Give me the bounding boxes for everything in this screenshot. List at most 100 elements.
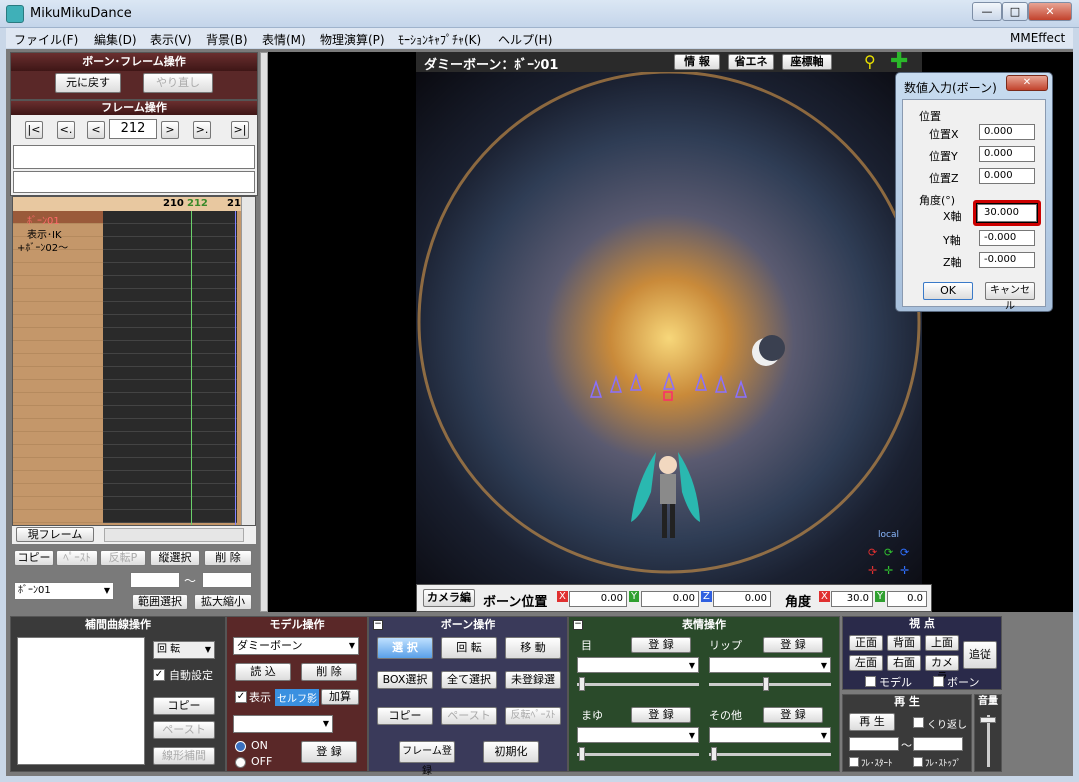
menu-background[interactable]: 背景(B) — [206, 31, 248, 48]
dialog-angle-y-input[interactable]: -0.000 — [979, 230, 1035, 246]
pos-y-input[interactable]: 0.00 — [641, 591, 699, 607]
timeline-frame-cell[interactable] — [103, 302, 237, 315]
lip-slider[interactable] — [709, 683, 831, 686]
bone-move-button[interactable]: 移 動 — [505, 637, 561, 659]
view-top-button[interactable]: 上面 — [925, 635, 959, 651]
timeline-row-label-cell[interactable] — [13, 380, 103, 393]
timeline-frame-cell[interactable] — [103, 497, 237, 510]
vertical-select-button[interactable]: 縦選択 — [150, 550, 200, 566]
timeline-frame-cell[interactable] — [103, 276, 237, 289]
other-slider-thumb[interactable] — [711, 747, 717, 761]
eye-slider[interactable] — [577, 683, 699, 686]
dialog-pos-y-input[interactable]: 0.000 — [979, 146, 1035, 162]
timeline-row-label-cell[interactable] — [13, 393, 103, 406]
timeline-row-bone02[interactable]: +ﾎﾞｰﾝ02～ — [17, 239, 68, 254]
interp-paste-button[interactable]: ペースト — [153, 721, 215, 739]
timeline-row-label-cell[interactable] — [13, 445, 103, 458]
timeline-frame-cell[interactable] — [103, 419, 237, 432]
timeline-frame-cell[interactable] — [103, 263, 237, 276]
range-start-input[interactable] — [130, 572, 180, 588]
timeline-frame-cell[interactable] — [103, 328, 237, 341]
eye-register-button[interactable]: 登 録 — [631, 637, 691, 653]
axis-button[interactable]: 座標軸 — [782, 54, 832, 70]
auto-setting-checkbox[interactable]: ✓ — [153, 669, 165, 681]
timeline-frame-cell[interactable] — [103, 250, 237, 263]
first-frame-button[interactable]: |< — [25, 121, 43, 139]
other-register-button[interactable]: 登 録 — [763, 707, 823, 723]
timeline-vscroll[interactable] — [241, 197, 255, 525]
menu-motion-capture[interactable]: ﾓｰｼｮﾝｷｬﾌﾟﾁｬ(K) — [398, 31, 481, 48]
lip-select[interactable] — [709, 657, 831, 674]
range-select-button[interactable]: 範囲選択 — [132, 594, 188, 610]
select-all-button[interactable]: 全て選択 — [441, 671, 497, 689]
off-radio[interactable] — [235, 757, 246, 768]
interp-curve-area[interactable] — [17, 637, 145, 765]
copy-button[interactable]: コピー — [14, 550, 54, 566]
timeline-frame-cell[interactable] — [103, 224, 237, 237]
move-icon[interactable]: ✚ — [890, 49, 908, 74]
timeline-row-label-cell[interactable] — [13, 497, 103, 510]
dialog-angle-x-input[interactable]: 30.000 — [977, 204, 1037, 222]
frame-number-input[interactable]: 212 — [109, 119, 157, 139]
timeline-row-label-cell[interactable] — [13, 354, 103, 367]
move-z-icon[interactable]: ✛ — [900, 564, 909, 577]
interp-copy-button[interactable]: コピー — [153, 697, 215, 715]
timeline[interactable]: 210 212 21 ﾎﾞｰﾝ01 表示･IK +ﾎﾞｰﾝ02～ — [12, 196, 256, 526]
brow-slider-thumb[interactable] — [579, 747, 585, 761]
brow-slider[interactable] — [577, 753, 699, 756]
close-button[interactable]: ✕ — [1028, 2, 1072, 21]
timeline-frame-cell[interactable] — [103, 380, 237, 393]
dialog-cancel-button[interactable]: キャンセル — [985, 282, 1035, 312]
lip-register-button[interactable]: 登 録 — [763, 637, 823, 653]
bone-reverse-paste-button[interactable]: 反転ﾍﾟｰｽﾄ — [505, 707, 561, 725]
view-bone-checkbox[interactable] — [933, 676, 944, 687]
play-button[interactable]: 再 生 — [849, 713, 895, 731]
timeline-frame-cell[interactable] — [103, 406, 237, 419]
redo-button[interactable]: やり直し — [143, 73, 213, 93]
model-show-checkbox[interactable]: ✓ — [235, 691, 247, 703]
view-follow-button[interactable]: 追従 — [963, 641, 997, 669]
timeline-row-bone01[interactable]: ﾎﾞｰﾝ01 — [27, 212, 60, 227]
brow-select[interactable] — [577, 727, 699, 744]
timeline-frame-cell[interactable] — [103, 471, 237, 484]
play-start-input[interactable] — [849, 737, 899, 751]
menu-mmeffect[interactable]: MMEffect — [1010, 31, 1065, 45]
camera-edit-button[interactable]: カメラ編 — [423, 589, 475, 607]
other-select[interactable] — [709, 727, 831, 744]
timeline-row-label-cell[interactable] — [13, 263, 103, 276]
unregistered-select-button[interactable]: 未登録選 — [505, 671, 561, 689]
dialog-ok-button[interactable]: OK — [923, 282, 973, 300]
on-radio[interactable] — [235, 741, 246, 752]
dialog-close-button[interactable]: ✕ — [1006, 75, 1048, 91]
menu-view[interactable]: 表示(V) — [150, 31, 192, 48]
timeline-row-label-cell[interactable] — [13, 406, 103, 419]
timeline-frame-cell[interactable] — [103, 458, 237, 471]
rotate-y-icon[interactable]: ⟳ — [884, 546, 893, 559]
timeline-row-label-cell[interactable] — [13, 510, 103, 523]
menu-physics[interactable]: 物理演算(P) — [320, 31, 385, 48]
prev-frame-button[interactable]: < — [87, 121, 105, 139]
bone-copy-button[interactable]: コピー — [377, 707, 433, 725]
eye-select[interactable] — [577, 657, 699, 674]
loop-checkbox[interactable] — [913, 717, 924, 728]
model-register-button[interactable]: 登 録 — [301, 741, 357, 763]
minimize-button[interactable]: — — [972, 2, 1002, 21]
timeline-hscroll[interactable] — [104, 528, 244, 542]
delete-button[interactable]: 削 除 — [204, 550, 252, 566]
interp-rotate-select[interactable]: 回 転 — [153, 641, 215, 659]
paste-button[interactable]: ﾍﾟｰｽﾄ — [56, 550, 98, 566]
bone-init-button[interactable]: 初期化 — [483, 741, 539, 763]
next-frame-button[interactable]: > — [161, 121, 179, 139]
timeline-row-label-cell[interactable] — [13, 419, 103, 432]
rotate-x-icon[interactable]: ⟳ — [868, 546, 877, 559]
frame-stop-checkbox[interactable] — [913, 757, 923, 767]
view-front-button[interactable]: 正面 — [849, 635, 883, 651]
rotate-z-icon[interactable]: ⟳ — [900, 546, 909, 559]
timeline-frame-cell[interactable] — [103, 445, 237, 458]
dialog-angle-z-input[interactable]: -0.000 — [979, 252, 1035, 268]
menu-help[interactable]: ヘルプ(H) — [498, 31, 552, 48]
timeline-frame-cell[interactable] — [103, 484, 237, 497]
timeline-frame-cell[interactable] — [103, 289, 237, 302]
brow-register-button[interactable]: 登 録 — [631, 707, 691, 723]
model-delete-button[interactable]: 削 除 — [301, 663, 357, 681]
